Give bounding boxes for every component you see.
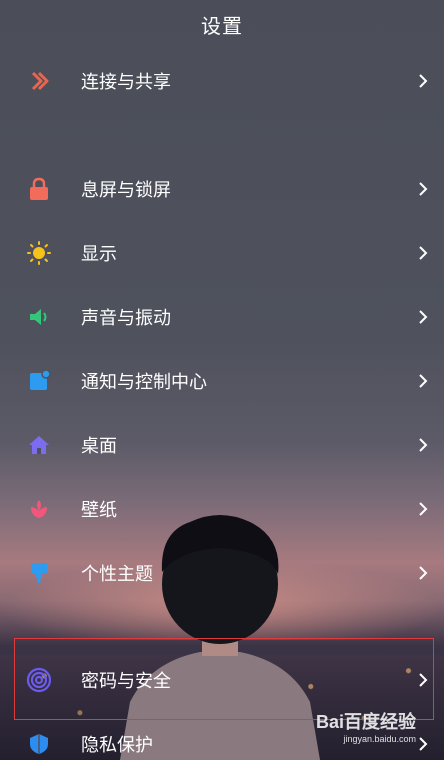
settings-item-display[interactable]: 显示	[0, 225, 444, 281]
chevron-right-icon	[418, 73, 428, 89]
privacy-shield-icon	[26, 731, 52, 757]
settings-item-wallpaper[interactable]: 壁纸	[0, 481, 444, 537]
settings-item-sound-vibration[interactable]: 声音与振动	[0, 289, 444, 345]
watermark-logo: Bai百度经验	[315, 712, 416, 732]
theme-brush-icon	[26, 560, 52, 586]
settings-item-notification-control-center[interactable]: 通知与控制中心	[0, 353, 444, 409]
speaker-icon	[26, 304, 52, 330]
chevron-right-icon	[418, 309, 428, 325]
chevron-right-icon	[418, 501, 428, 517]
page-title: 设置	[201, 14, 243, 38]
sun-icon	[26, 240, 52, 266]
baidu-jingyan-watermark: Bai百度经验 jingyan.baidu.com	[316, 708, 416, 744]
settings-item-label: 壁纸	[81, 500, 117, 521]
chevron-right-icon	[418, 181, 428, 197]
settings-item-label: 连接与共享	[81, 72, 171, 93]
settings-item-label: 个性主题	[81, 564, 153, 585]
settings-item-label: 通知与控制中心	[81, 372, 207, 393]
watermark-url: jingyan.baidu.com	[343, 734, 416, 744]
settings-item-lock-screen[interactable]: 息屏与锁屏	[0, 161, 444, 217]
chevron-right-icon	[418, 736, 428, 752]
notification-icon	[26, 368, 52, 394]
home-icon	[26, 432, 52, 458]
settings-item-themes[interactable]: 个性主题	[0, 545, 444, 601]
settings-item-label: 显示	[81, 244, 117, 265]
connection-share-icon	[26, 68, 52, 94]
chevron-right-icon	[418, 373, 428, 389]
settings-item-connection-share[interactable]: 连接与共享	[0, 53, 444, 109]
lock-icon	[26, 176, 52, 202]
settings-item-label: 桌面	[81, 436, 117, 457]
settings-item-desktop[interactable]: 桌面	[0, 417, 444, 473]
settings-item-label: 声音与振动	[81, 308, 171, 329]
tulip-icon	[26, 496, 52, 522]
chevron-right-icon	[418, 245, 428, 261]
chevron-right-icon	[418, 437, 428, 453]
settings-item-label: 息屏与锁屏	[81, 180, 171, 201]
chevron-right-icon	[418, 565, 428, 581]
settings-item-label: 隐私保护	[81, 735, 153, 756]
